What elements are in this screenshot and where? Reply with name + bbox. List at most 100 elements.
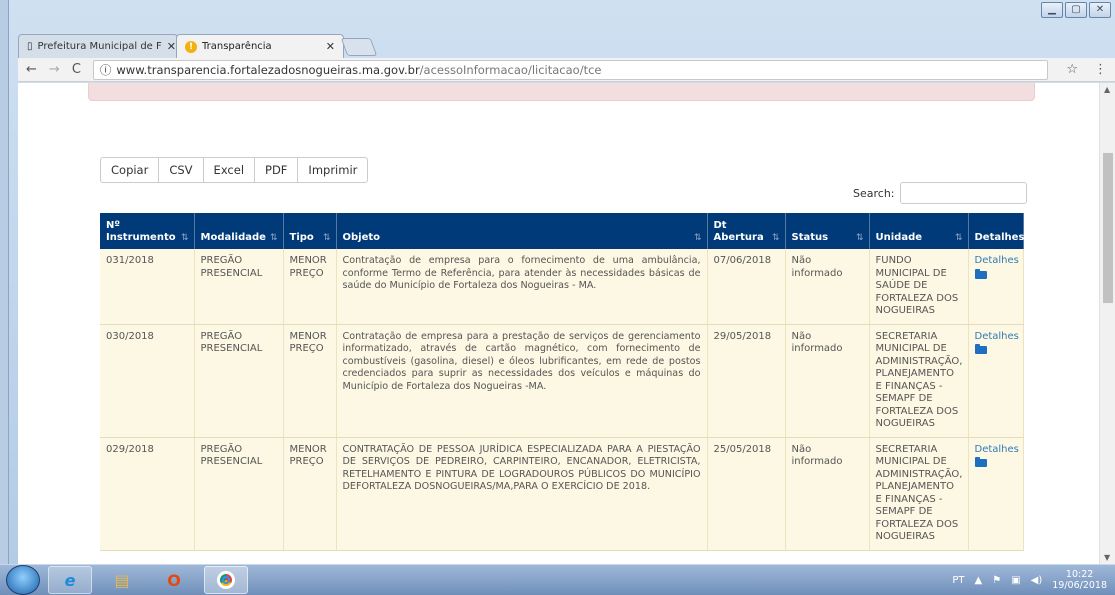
menu-icon[interactable]: ⋮ — [1094, 62, 1107, 77]
cell-objeto: CONTRATAÇÃO DE PESSOA JURÍDICA ESPECIALI… — [336, 437, 708, 551]
show-hidden-icons-icon[interactable]: ▲ — [975, 575, 983, 586]
folder-open-icon[interactable] — [974, 344, 987, 354]
col-header-unidade[interactable]: Unidade ⇅ — [869, 213, 969, 249]
cell-detalhes: Detalhes — [968, 437, 1024, 551]
sort-icon: ⇅ — [322, 233, 331, 243]
url-host: www.transparencia.fortalezadosnogueiras.… — [116, 62, 420, 77]
network-icon[interactable]: ▣ — [1011, 575, 1020, 586]
cell-detalhes: Detalhes — [968, 324, 1024, 438]
cell-modalidade: PREGÃO PRESENCIAL — [194, 249, 284, 325]
close-window-button[interactable]: ✕ — [1089, 2, 1111, 18]
cell-status: Não informado — [785, 249, 870, 325]
table-row: 029/2018 PREGÃO PRESENCIAL MENOR PREÇO C… — [100, 437, 1024, 551]
pdf-button[interactable]: PDF — [254, 157, 299, 183]
address-bar[interactable]: ⓘ www.transparencia.fortalezadosnogueira… — [92, 59, 1049, 80]
sort-icon: ⇅ — [180, 233, 189, 243]
forward-arrow-icon[interactable]: → — [49, 62, 60, 77]
cell-instrumento: 031/2018 — [100, 249, 195, 325]
cell-tipo: MENOR PREÇO — [283, 249, 337, 325]
detalhes-link[interactable]: Detalhes — [975, 255, 1019, 266]
col-header-objeto[interactable]: Objeto ⇅ — [336, 213, 708, 249]
cell-modalidade: PREGÃO PRESENCIAL — [194, 437, 284, 551]
new-tab-button[interactable] — [340, 38, 378, 56]
copy-button[interactable]: Copiar — [100, 157, 160, 183]
cell-detalhes: Detalhes — [968, 249, 1024, 325]
system-tray: PT ▲ ⚑ ▣ ◀) 10:22 19/06/2018 — [952, 569, 1107, 591]
minimize-button[interactable]: ▁ — [1041, 2, 1063, 18]
flag-icon[interactable]: ⚑ — [992, 575, 1001, 586]
cell-unidade: SECRETARIA MUNICIPAL DE ADMINISTRAÇÃO, P… — [869, 437, 969, 551]
tab-prefeitura[interactable]: ▯ Prefeitura Municipal de F ✕ — [18, 34, 178, 58]
col-header-detalhes: Detalhes — [968, 213, 1024, 249]
scroll-down-icon[interactable]: ▼ — [1104, 553, 1110, 562]
file-explorer-icon[interactable]: ▤ — [100, 566, 144, 594]
excel-button[interactable]: Excel — [202, 157, 256, 183]
sort-icon: ⇅ — [269, 233, 278, 243]
cell-status: Não informado — [785, 437, 870, 551]
back-arrow-icon[interactable]: ← — [26, 62, 37, 77]
col-header-tipo[interactable]: Tipo ⇅ — [283, 213, 337, 249]
volume-icon[interactable]: ◀) — [1031, 575, 1043, 586]
search-label: Search: — [853, 186, 895, 200]
chrome-icon[interactable] — [204, 566, 248, 594]
language-indicator[interactable]: PT — [952, 575, 964, 586]
cell-unidade: FUNDO MUNICIPAL DE SAÚDE DE FORTALEZA DO… — [869, 249, 969, 325]
maximize-button[interactable]: ▢ — [1065, 2, 1087, 18]
sort-icon: ⇅ — [855, 233, 864, 243]
reload-icon[interactable]: C — [72, 62, 81, 77]
page-content: Copiar CSV Excel PDF Imprimir Search: Nº… — [18, 83, 1099, 564]
col-header-instrumento[interactable]: Nº Instrumento ⇅ — [100, 213, 195, 249]
cell-tipo: MENOR PREÇO — [283, 437, 337, 551]
url-path: /acessoInformacao/licitacao/tce — [419, 62, 602, 77]
col-header-abertura[interactable]: Dt Abertura ⇅ — [707, 213, 786, 249]
table-row: 030/2018 PREGÃO PRESENCIAL MENOR PREÇO C… — [100, 324, 1024, 438]
tab-strip: ▯ Prefeitura Municipal de F ✕ ! Transpar… — [18, 34, 1098, 58]
cell-abertura: 25/05/2018 — [707, 437, 786, 551]
cell-modalidade: PREGÃO PRESENCIAL — [194, 324, 284, 438]
scroll-thumb[interactable] — [1103, 153, 1113, 303]
col-header-modalidade[interactable]: Modalidade ⇅ — [194, 213, 284, 249]
clock[interactable]: 10:22 19/06/2018 — [1052, 569, 1107, 591]
folder-open-icon[interactable] — [974, 268, 987, 279]
clock-time: 10:22 — [1065, 569, 1094, 580]
vertical-scrollbar[interactable]: ▲ ▼ — [1099, 83, 1115, 564]
start-button[interactable] — [6, 565, 40, 595]
info-icon[interactable]: ⓘ — [100, 62, 112, 78]
folder-open-icon[interactable] — [974, 457, 987, 467]
csv-button[interactable]: CSV — [158, 157, 204, 183]
page-icon: ▯ — [27, 41, 33, 52]
cell-unidade: SECRETARIA MUNICIPAL DE ADMINISTRAÇÃO, P… — [869, 324, 969, 438]
cell-instrumento: 029/2018 — [100, 437, 195, 551]
cell-tipo: MENOR PREÇO — [283, 324, 337, 438]
table-header-row: Nº Instrumento ⇅ Modalidade ⇅ Tipo ⇅ Objeto… — [100, 213, 1024, 249]
bookmark-star-icon[interactable]: ☆ — [1066, 62, 1078, 77]
outlook-icon[interactable]: O — [152, 566, 196, 594]
cell-objeto: Contratação de empresa para o fornecimen… — [336, 249, 708, 325]
close-icon[interactable]: ✕ — [167, 40, 176, 53]
sort-icon: ⇅ — [954, 233, 963, 243]
search-box: Search: — [853, 182, 1027, 204]
internet-explorer-icon[interactable]: e — [48, 566, 92, 594]
close-icon[interactable]: ✕ — [326, 40, 335, 53]
clock-date: 19/06/2018 — [1052, 580, 1107, 591]
col-header-status[interactable]: Status ⇅ — [785, 213, 870, 249]
cell-status: Não informado — [785, 324, 870, 438]
warning-icon: ! — [185, 40, 197, 53]
print-button[interactable]: Imprimir — [297, 157, 369, 183]
scroll-up-icon[interactable]: ▲ — [1104, 85, 1110, 94]
cell-instrumento: 030/2018 — [100, 324, 195, 438]
export-button-group: Copiar CSV Excel PDF Imprimir — [100, 157, 369, 183]
cell-abertura: 29/05/2018 — [707, 324, 786, 438]
window-controls: ▁ ▢ ✕ — [1041, 2, 1111, 18]
licitacoes-table: Nº Instrumento ⇅ Modalidade ⇅ Tipo ⇅ Objeto… — [100, 213, 1024, 551]
cell-objeto: Contratação de empresa para a prestação … — [336, 324, 708, 438]
detalhes-link[interactable]: Detalhes — [975, 331, 1019, 342]
search-input[interactable] — [899, 182, 1027, 204]
detalhes-link[interactable]: Detalhes — [975, 444, 1019, 455]
tab-label: Prefeitura Municipal de F — [37, 41, 162, 52]
sort-icon: ⇅ — [693, 233, 702, 243]
tab-transparencia[interactable]: ! Transparência ✕ — [176, 34, 344, 58]
browser-toolbar: ← → C ⓘ www.transparencia.fortalezadosno… — [18, 58, 1115, 82]
alert-banner — [88, 83, 1035, 101]
sort-icon: ⇅ — [771, 233, 780, 243]
